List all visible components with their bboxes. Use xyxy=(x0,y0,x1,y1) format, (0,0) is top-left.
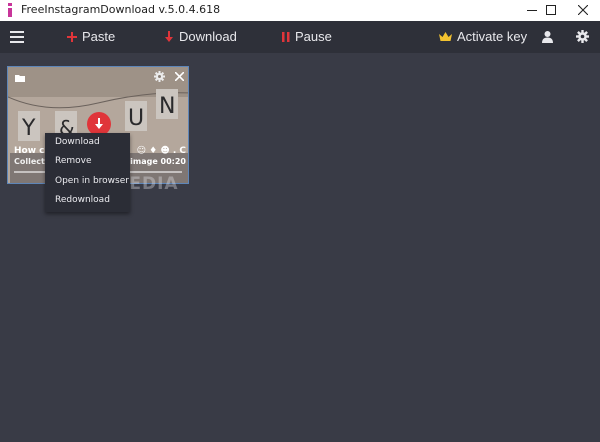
gear-icon[interactable] xyxy=(154,71,165,82)
maximize-button[interactable] xyxy=(534,0,568,21)
pause-button[interactable]: Pause xyxy=(282,21,332,53)
context-menu-download[interactable]: Download xyxy=(45,133,130,152)
activate-key-button[interactable]: Activate key xyxy=(439,21,527,53)
maximize-icon xyxy=(546,5,556,15)
close-icon xyxy=(578,5,588,15)
menu-button[interactable] xyxy=(10,21,26,53)
user-icon xyxy=(542,31,553,43)
context-menu-remove[interactable]: Remove xyxy=(45,152,130,171)
paste-button[interactable]: Paste xyxy=(67,21,117,53)
download-button[interactable]: Download xyxy=(165,21,237,53)
item-meta-icons: ☺ ♦ ☻ . C xyxy=(136,146,186,156)
gear-icon xyxy=(576,30,589,43)
context-menu-open-in-browser[interactable]: Open in browser xyxy=(45,172,130,191)
activate-key-label: Activate key xyxy=(457,29,528,44)
arrow-down-icon xyxy=(165,31,173,42)
hamburger-icon xyxy=(10,31,24,43)
plus-icon xyxy=(67,32,77,42)
item-title: How c xyxy=(14,146,45,156)
item-type-duration: image 00:20 xyxy=(130,157,186,166)
item-subtitle: Collecti xyxy=(14,157,48,166)
download-label: Download xyxy=(179,29,237,44)
paste-label: Paste xyxy=(82,29,116,44)
app-logo-icon xyxy=(8,3,12,17)
close-icon[interactable] xyxy=(175,72,184,81)
folder-icon[interactable] xyxy=(15,74,25,82)
pause-label: Pause xyxy=(295,29,332,44)
context-menu-redownload[interactable]: Redownload xyxy=(45,191,130,210)
toolbar: Paste Download Pause Activate key xyxy=(0,21,600,53)
settings-button[interactable] xyxy=(576,21,590,53)
pause-icon xyxy=(282,32,290,42)
title-bar: FreeInstagramDownload v.5.0.4.618 xyxy=(0,0,600,21)
context-menu: Download Remove Open in browser Redownlo… xyxy=(45,133,130,212)
window-title: FreeInstagramDownload v.5.0.4.618 xyxy=(21,3,221,16)
account-button[interactable] xyxy=(542,21,554,53)
close-window-button[interactable] xyxy=(566,0,600,21)
crown-icon xyxy=(439,32,452,41)
